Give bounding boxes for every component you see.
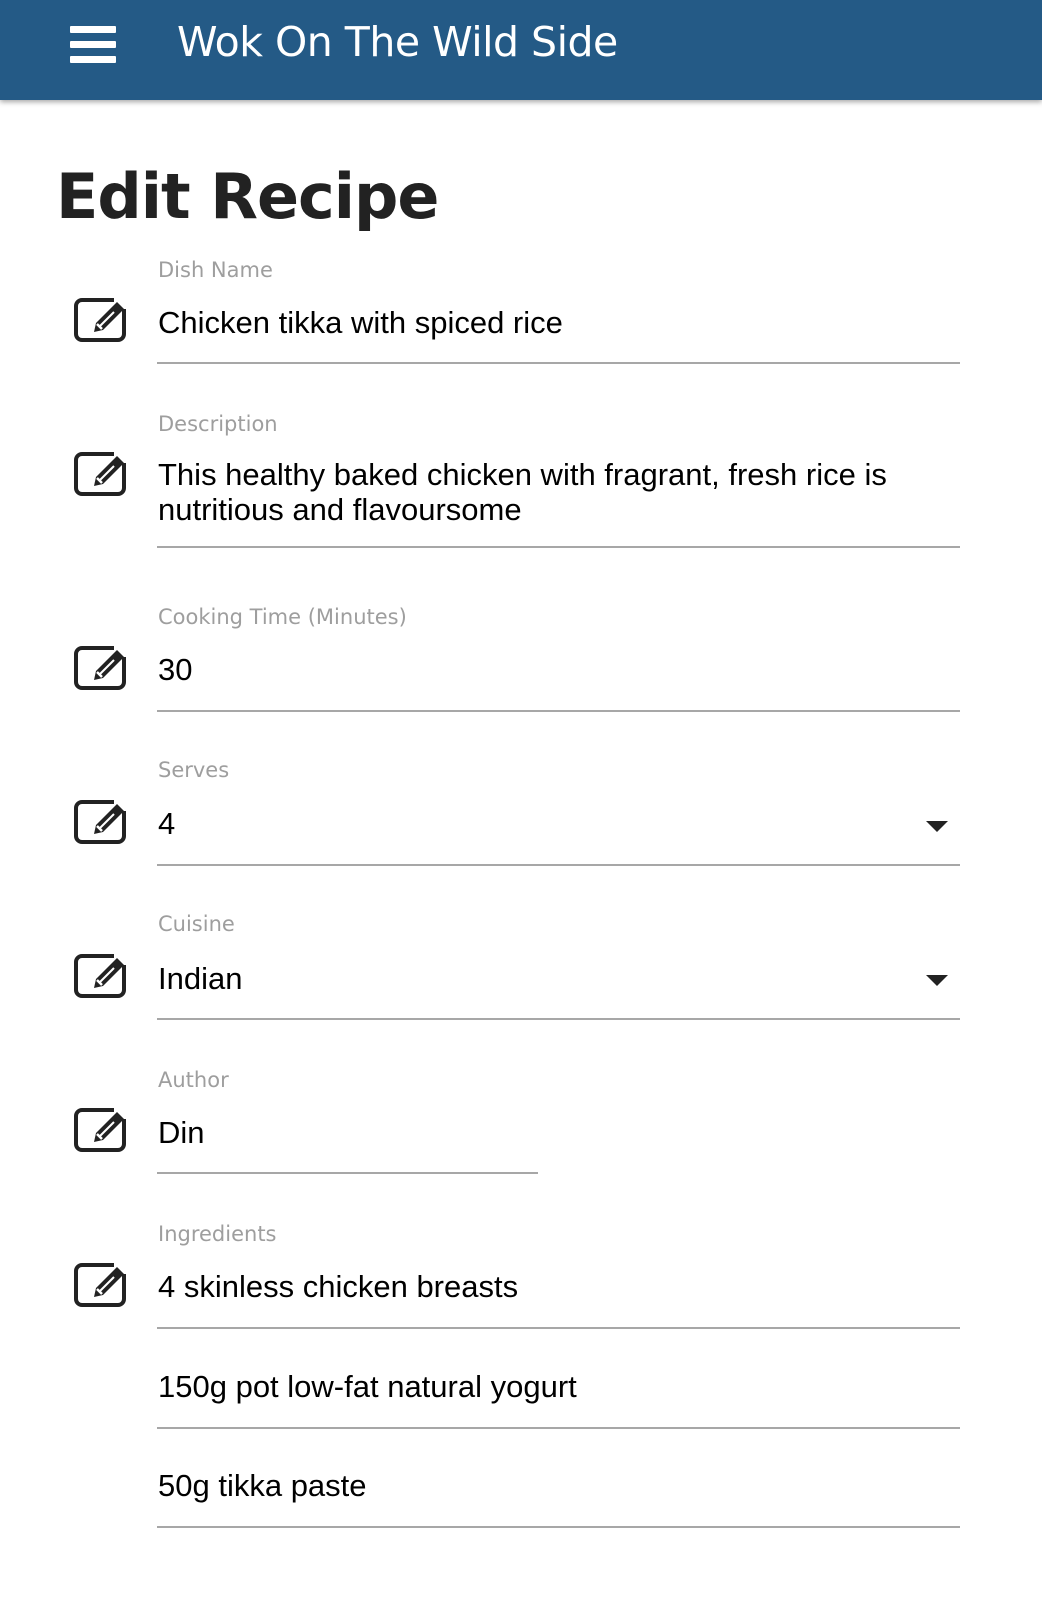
pencil-square-icon [74, 296, 130, 342]
cooking-time-input[interactable]: 30 [158, 652, 958, 687]
dish-name-label: Dish Name [158, 258, 273, 282]
author-underline [157, 1172, 538, 1174]
pencil-square-icon [74, 952, 130, 998]
ingredients-label: Ingredients [158, 1222, 277, 1246]
cuisine-label: Cuisine [158, 912, 235, 936]
hamburger-menu-icon[interactable] [62, 20, 124, 70]
ingredient-input[interactable]: 50g tikka paste [158, 1468, 958, 1503]
cuisine-select[interactable]: Indian [158, 961, 918, 996]
app-bar: Wok On The Wild Side [0, 0, 1042, 100]
ingredient-underline [157, 1427, 960, 1429]
ingredient-underline [157, 1327, 960, 1329]
pencil-square-icon [74, 644, 130, 690]
cuisine-underline [157, 1018, 960, 1020]
cooking-time-label: Cooking Time (Minutes) [158, 605, 407, 629]
page-title: Edit Recipe [56, 160, 439, 233]
ingredient-input[interactable]: 150g pot low-fat natural yogurt [158, 1369, 958, 1404]
description-underline [157, 546, 960, 548]
pencil-square-icon [74, 1106, 130, 1152]
ingredient-input[interactable]: 4 skinless chicken breasts [158, 1269, 958, 1304]
serves-label: Serves [158, 758, 230, 782]
dish-name-underline [157, 362, 960, 364]
pencil-square-icon [74, 798, 130, 844]
dish-name-input[interactable]: Chicken tikka with spiced rice [158, 305, 958, 340]
serves-select[interactable]: 4 [158, 806, 918, 841]
chevron-down-icon[interactable] [926, 975, 948, 986]
serves-underline [157, 864, 960, 866]
description-line-2: nutritious and flavoursome [158, 492, 522, 527]
pencil-square-icon [74, 450, 130, 496]
cooking-time-underline [157, 710, 960, 712]
description-line-1: This healthy baked chicken with fragrant… [158, 457, 887, 492]
description-label: Description [158, 412, 278, 436]
author-label: Author [158, 1068, 229, 1092]
app-title: Wok On The Wild Side [177, 18, 618, 66]
pencil-square-icon [74, 1261, 130, 1307]
author-input[interactable]: Din [158, 1115, 538, 1150]
chevron-down-icon[interactable] [926, 821, 948, 832]
description-input[interactable]: This healthy baked chicken with fragrant… [158, 457, 958, 527]
ingredient-underline [157, 1526, 960, 1528]
